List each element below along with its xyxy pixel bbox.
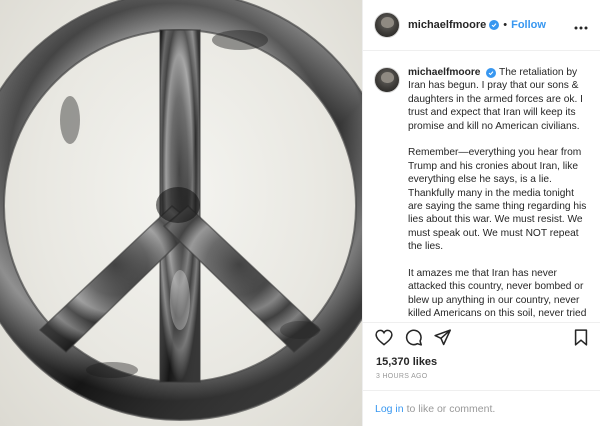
heart-icon[interactable] — [375, 329, 393, 346]
caption-paragraph-3: It amazes me that Iran has never attacke… — [408, 268, 587, 318]
follow-button[interactable]: Follow — [511, 19, 546, 31]
bookmark-icon[interactable] — [574, 329, 588, 351]
caption-text: michaelfmoore The retaliation by Iran ha… — [408, 66, 590, 318]
action-bar — [363, 322, 600, 352]
login-prompt: Log in to like or comment. — [363, 390, 600, 426]
likes-count[interactable]: 15,370 likes — [376, 356, 437, 368]
verified-badge-icon — [489, 20, 500, 30]
avatar[interactable] — [374, 12, 400, 38]
login-prompt-text: to like or comment. — [406, 402, 496, 415]
caption-username[interactable]: michaelfmoore — [408, 67, 480, 78]
caption-scroll-area[interactable]: michaelfmoore The retaliation by Iran ha… — [363, 52, 600, 318]
instagram-post: michaelfmoore • Follow michaelfmoore The… — [0, 0, 600, 426]
header-username[interactable]: michaelfmoore — [408, 19, 486, 31]
caption-paragraph-2: Remember—everything you hear from Trump … — [408, 147, 587, 253]
login-link[interactable]: Log in — [375, 403, 404, 415]
separator-dot: • — [503, 19, 508, 31]
peace-sign-image — [0, 0, 362, 421]
post-timestamp[interactable]: 3 HOURS AGO — [376, 373, 428, 380]
caption-paragraph: michaelfmoore The retaliation by Iran ha… — [408, 66, 590, 133]
post-sidebar: michaelfmoore • Follow michaelfmoore The… — [362, 0, 600, 426]
share-icon[interactable] — [434, 329, 451, 346]
verified-badge-icon — [486, 68, 497, 78]
comment-icon[interactable] — [405, 329, 422, 346]
caption-avatar[interactable] — [374, 67, 400, 93]
post-image[interactable] — [0, 0, 362, 426]
post-header: michaelfmoore • Follow — [363, 0, 600, 51]
more-options-icon[interactable] — [574, 17, 588, 35]
